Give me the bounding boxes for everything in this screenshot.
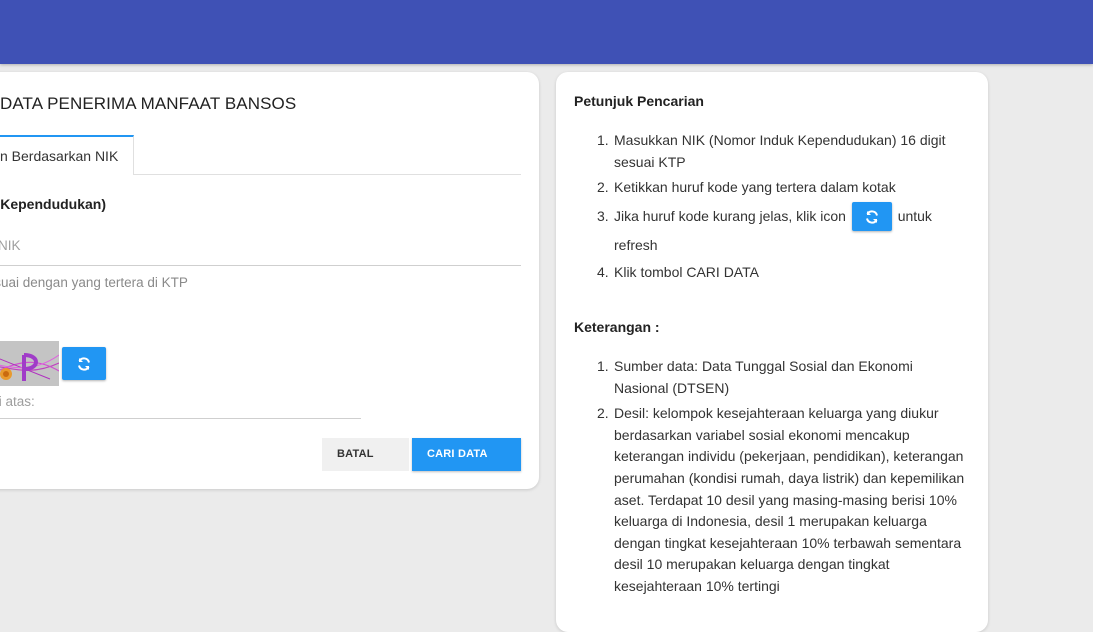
top-app-bar: [0, 0, 1093, 64]
list-item: 4. Klik tombol CARI DATA: [597, 263, 759, 280]
tab-search-by-nik[interactable]: n Berdasarkan NIK: [0, 135, 134, 175]
search-card: DATA PENERIMA MANFAAT BANSOS n Berdasark…: [0, 72, 539, 489]
list-item: 1. Sumber data: Data Tunggal Sosial dan …: [597, 358, 913, 396]
instructions-card: Petunjuk Pencarian 1. Masukkan NIK (Nomo…: [556, 72, 988, 632]
nik-help-text: sesuai dengan yang tertera di KTP: [0, 275, 188, 290]
list-item: 2. Desil: kelompok kesejahteraan keluarg…: [597, 405, 965, 594]
keterangan-title: Keterangan :: [574, 319, 660, 335]
nik-input-underline: [0, 265, 521, 266]
list-item: 2. Ketikkan huruf kode yang tertera dala…: [597, 179, 896, 196]
refresh-icon: [78, 356, 90, 371]
search-button[interactable]: CARI DATA: [412, 438, 521, 471]
page-title: DATA PENERIMA MANFAAT BANSOS: [0, 94, 297, 113]
captcha-input-underline: [0, 418, 361, 419]
captcha-input[interactable]: e di atas:: [0, 394, 35, 409]
captcha-refresh-button[interactable]: [62, 347, 106, 380]
petunjuk-list: 1. Masukkan NIK (Nomor Induk Kependuduka…: [597, 130, 970, 283]
nik-field-label: uk Kependudukan): [0, 196, 107, 212]
nik-input[interactable]: git NIK: [0, 238, 21, 253]
captcha-image: [0, 341, 59, 386]
cancel-button[interactable]: BATAL: [322, 438, 409, 471]
inline-refresh-button: [851, 201, 892, 231]
petunjuk-title: Petunjuk Pencarian: [574, 93, 704, 109]
tab-divider: [133, 174, 521, 175]
keterangan-list: 1. Sumber data: Data Tunggal Sosial dan …: [597, 356, 970, 598]
list-item: 1. Masukkan NIK (Nomor Induk Kependuduka…: [597, 132, 946, 170]
refresh-icon: [865, 210, 878, 224]
list-item: 3. Jika huruf kode kurang jelas, klik ic…: [597, 201, 970, 258]
